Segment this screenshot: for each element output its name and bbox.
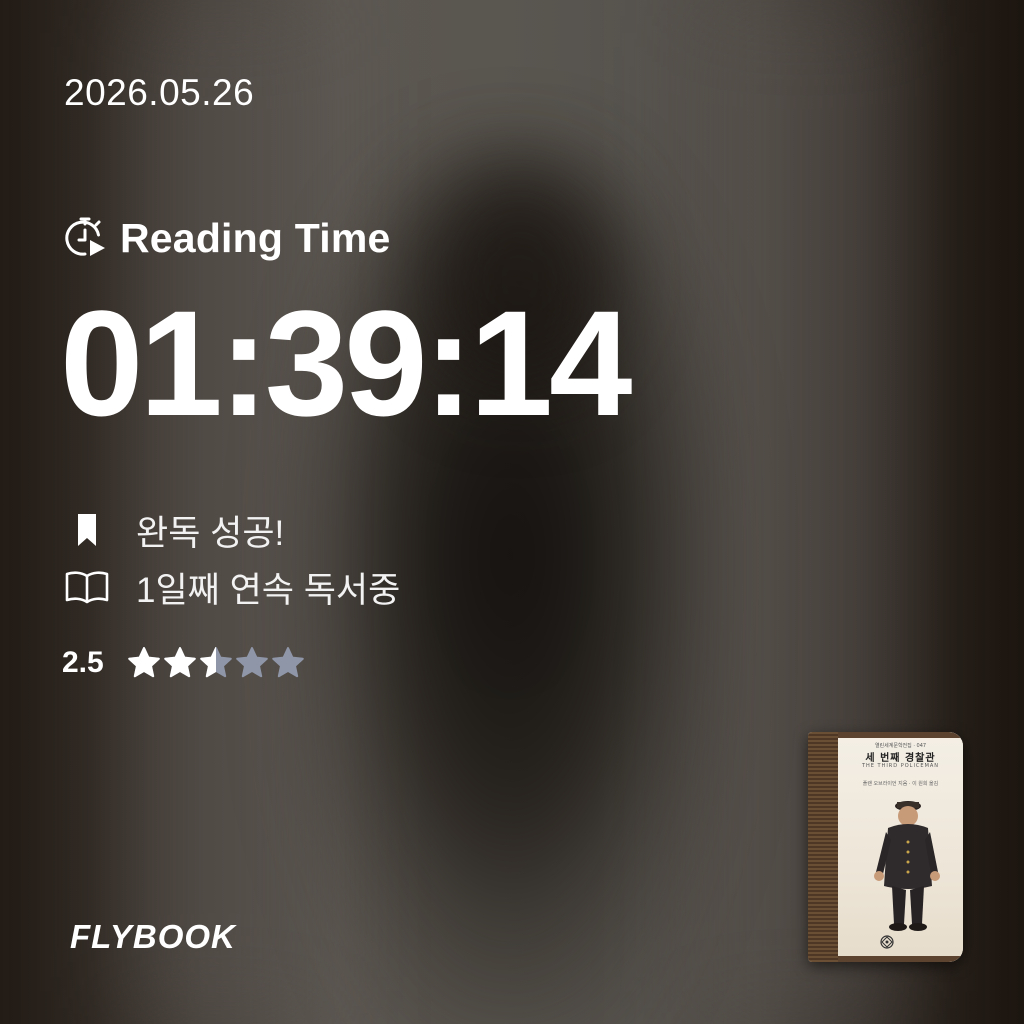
brand-logo: FLYBOOK — [70, 918, 236, 955]
rating-value: 2.5 — [62, 646, 104, 679]
policeman-illustration — [874, 801, 940, 931]
reading-time-value: 01:39:14 — [60, 279, 632, 447]
star-icon — [127, 647, 160, 678]
star-icon — [163, 647, 196, 678]
book-subtitle: THE THIRD POLICEMAN — [861, 763, 940, 769]
book-series: 열린세계문학전집 · 047 — [874, 743, 927, 749]
reading-date: 2026.05.26 — [64, 72, 255, 113]
book-cover: 열린세계문학전집 · 047 세 번째 경찰관 THE THIRD POLICE… — [808, 732, 963, 962]
star-icon — [199, 647, 232, 678]
publisher-emblem-icon — [880, 935, 894, 949]
status-completed-text: 완독 성공! — [136, 513, 285, 553]
book-spine — [808, 732, 838, 962]
status-completed: 완독 성공! — [64, 508, 284, 553]
book-band-bottom — [838, 956, 963, 962]
stopwatch-play-icon — [62, 215, 108, 261]
reading-time-label: Reading Time — [120, 214, 391, 261]
book-author: 플랜 오브라이언 지음 · 이 원희 옮김 — [862, 781, 939, 787]
status-streak-text: 1일째 연속 독서중 — [136, 570, 401, 610]
reading-time-header: Reading Time — [62, 213, 390, 263]
bookmark-icon — [64, 510, 110, 550]
rating: 2.5 — [62, 641, 306, 685]
open-book-icon — [64, 567, 110, 607]
status-streak: 1일째 연속 독서중 — [64, 565, 400, 610]
rating-stars — [126, 645, 306, 681]
book-title: 세 번째 경찰관 — [865, 753, 936, 764]
share-card: 2026.05.26 Reading Time 01:39:14 완독 성공! — [0, 0, 1024, 1024]
star-icon — [271, 647, 304, 678]
star-icon — [235, 647, 268, 678]
book-band-top — [838, 732, 963, 738]
